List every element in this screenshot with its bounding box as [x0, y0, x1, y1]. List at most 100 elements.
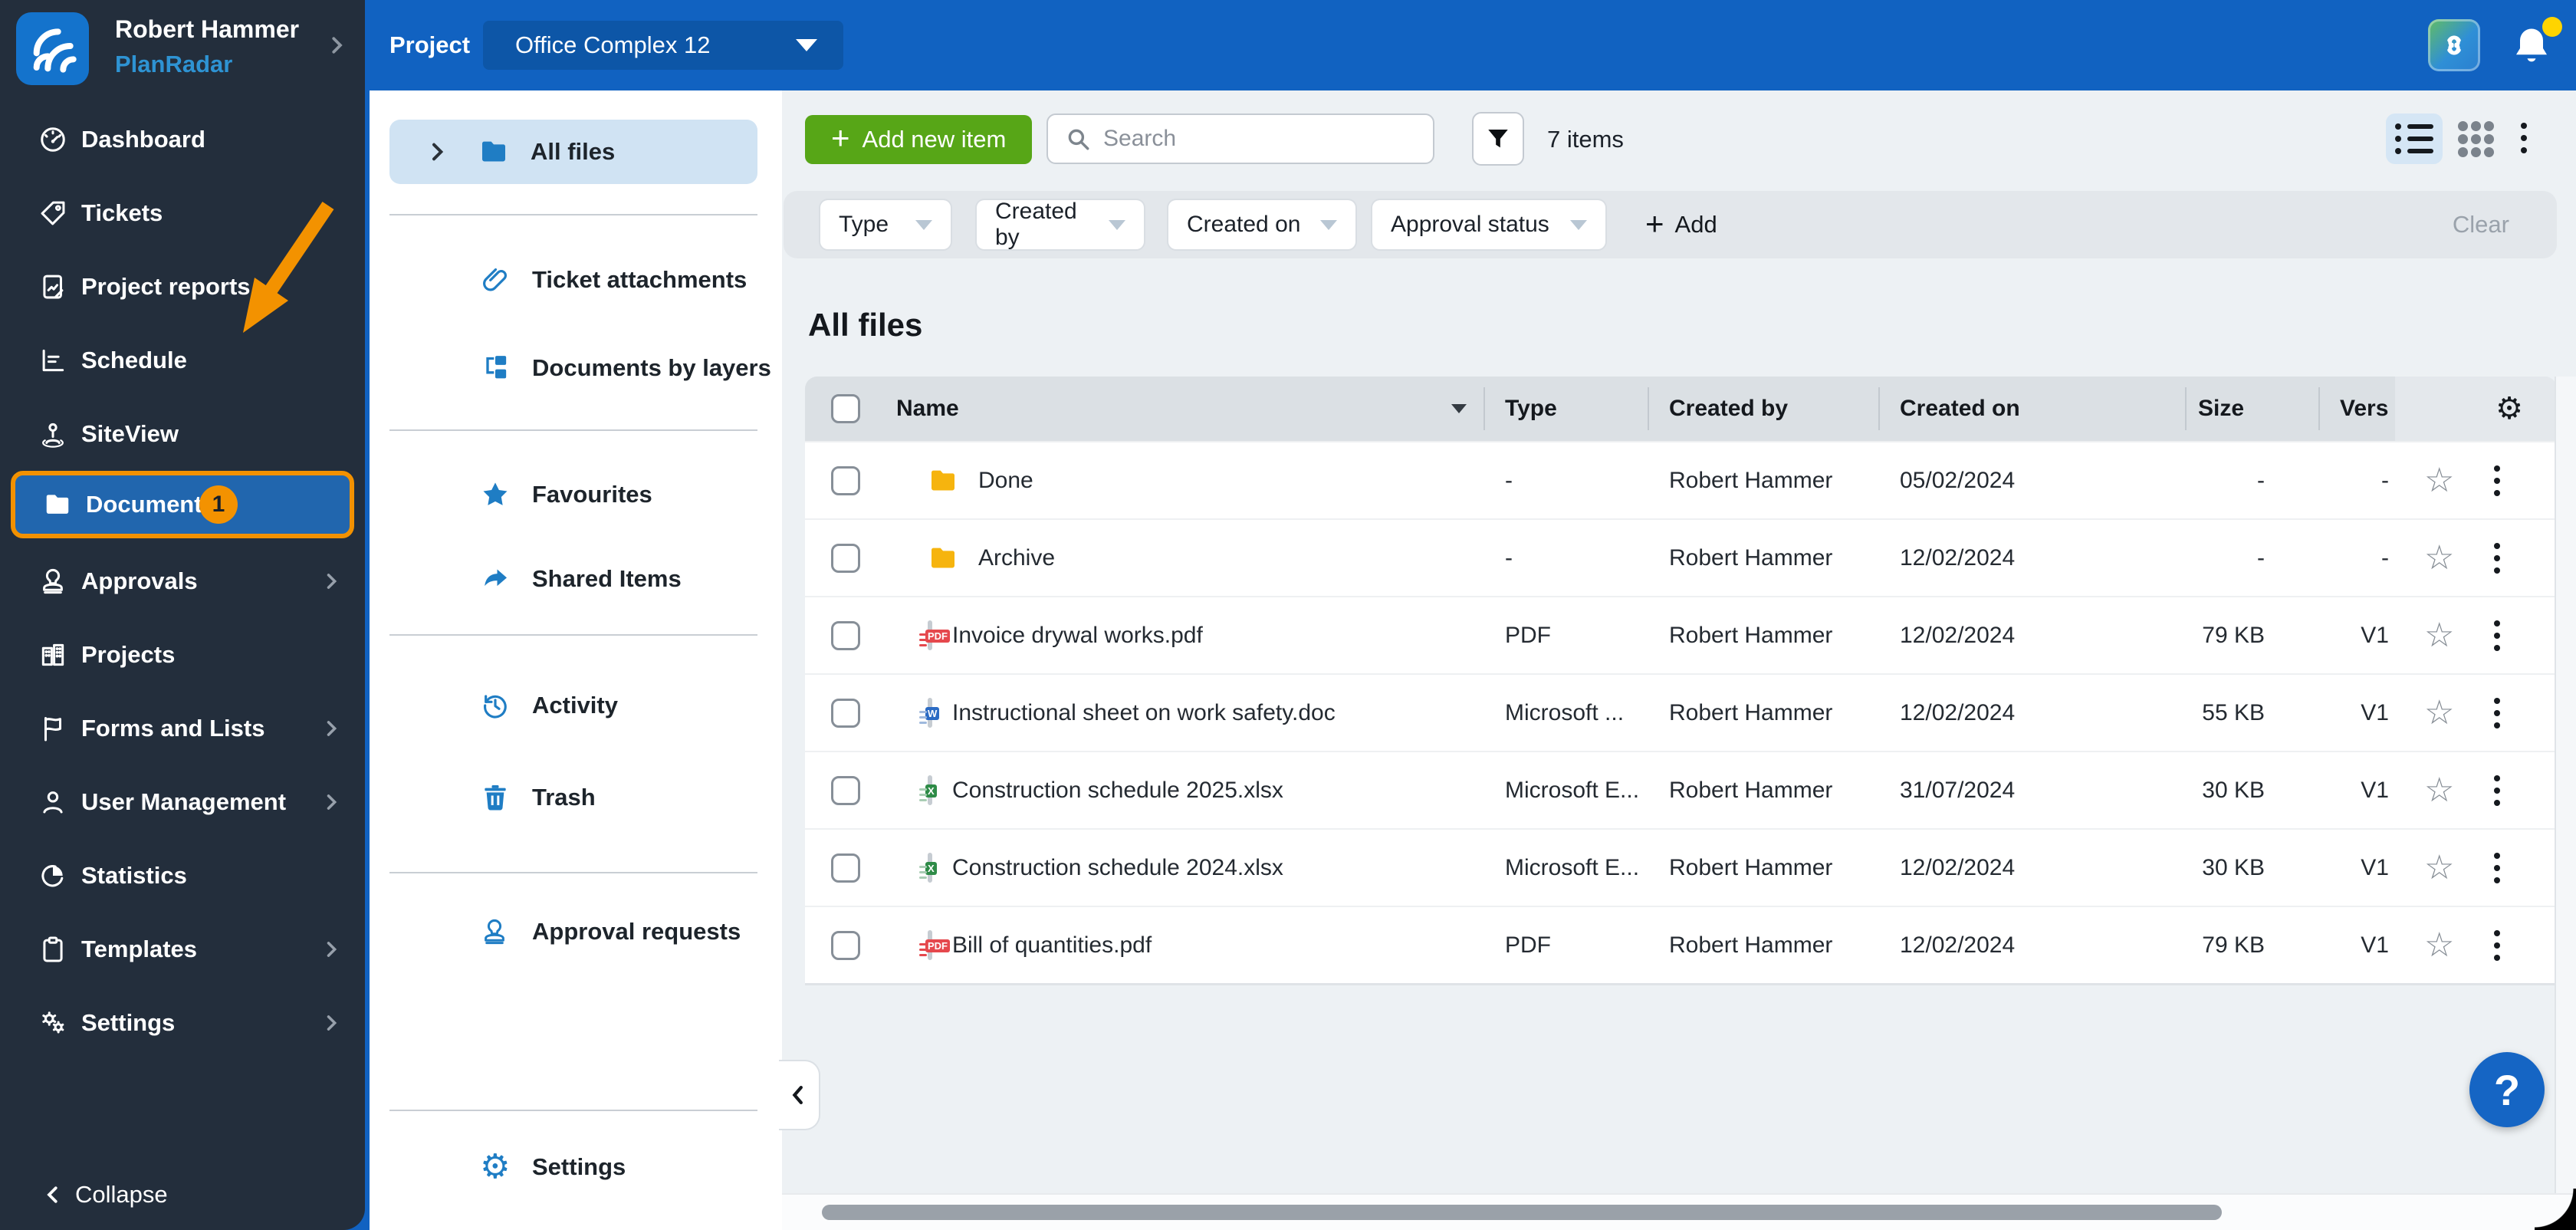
sort-caret-icon: [1451, 404, 1467, 413]
file-name-cell[interactable]: Done: [886, 442, 1484, 518]
docnav-item-trash[interactable]: Trash: [389, 765, 757, 830]
row-more-options-button[interactable]: [2494, 927, 2501, 964]
file-name: Instructional sheet on work safety.doc: [952, 699, 1336, 725]
row-checkbox[interactable]: [830, 543, 860, 573]
sidebar-item-templates[interactable]: Templates: [0, 913, 365, 986]
gear-icon: ⚙: [2496, 391, 2523, 426]
sidebar-item-forms-and-lists[interactable]: Forms and Lists: [0, 692, 365, 765]
docnav-item-approval-requests[interactable]: Approval requests: [389, 899, 757, 964]
sidebar-item-siteview[interactable]: SiteView: [0, 397, 365, 471]
sidebar-item-statistics[interactable]: Statistics: [0, 839, 365, 913]
divider: [389, 1110, 757, 1111]
connect-app-button[interactable]: [2428, 19, 2480, 71]
docnav-item-settings[interactable]: ⚙ Settings: [389, 1135, 757, 1199]
help-button[interactable]: ?: [2469, 1052, 2545, 1127]
horizontal-scrollbar-thumb[interactable]: [822, 1205, 2222, 1220]
search-input[interactable]: [1102, 125, 1433, 153]
sidebar-item-documents[interactable]: Documents 1: [11, 471, 354, 538]
sidebar-item-projects[interactable]: Projects: [0, 618, 365, 692]
sidebar-item-dashboard[interactable]: Dashboard: [0, 103, 365, 176]
row-more-options-button[interactable]: [2494, 540, 2501, 577]
row-more-options-button[interactable]: [2494, 617, 2501, 654]
account-header[interactable]: Robert Hammer PlanRadar: [0, 0, 365, 90]
type-cell: Microsoft E...: [1505, 854, 1640, 880]
add-filter-label: Add: [1674, 211, 1717, 238]
project-select[interactable]: Office Complex 12: [483, 21, 843, 70]
file-name-cell[interactable]: PDF Invoice drywal works.pdf: [886, 597, 1484, 673]
filter-chip-created-by[interactable]: Created by: [977, 199, 1144, 250]
add-filter-button[interactable]: + Add: [1645, 200, 1717, 249]
type-cell: Microsoft ...: [1505, 699, 1625, 725]
add-new-item-button[interactable]: + Add new item: [805, 115, 1033, 164]
header-size[interactable]: Size: [2185, 377, 2318, 441]
filter-bar: Type Created by Created on Approval status …: [784, 191, 2557, 258]
docnav-item-shared-items[interactable]: Shared Items: [389, 547, 757, 611]
sidebar-item-label: Templates: [81, 936, 198, 962]
notifications-button[interactable]: [2509, 17, 2562, 69]
sidebar-item-tickets[interactable]: Tickets: [0, 176, 365, 250]
row-more-options-button[interactable]: [2494, 850, 2501, 886]
filter-button[interactable]: [1472, 112, 1524, 166]
list-view-icon: [2395, 123, 2433, 154]
filter-chip-approval-status[interactable]: Approval status: [1372, 200, 1605, 249]
more-options-button[interactable]: [2521, 120, 2527, 156]
file-name: Done: [978, 467, 1033, 493]
brand-name: PlanRadar: [115, 51, 233, 77]
row-more-options-button[interactable]: [2494, 462, 2501, 499]
row-checkbox[interactable]: [830, 775, 860, 805]
panel-collapse-tab[interactable]: [779, 1060, 820, 1130]
select-all-checkbox[interactable]: [830, 394, 860, 423]
sidebar-item-project-reports[interactable]: Project reports: [0, 250, 365, 324]
clear-filters-button[interactable]: Clear: [2453, 200, 2509, 249]
excel-file-icon: X: [919, 775, 937, 805]
row-actions-cell: ☆: [2395, 752, 2557, 828]
row-checkbox[interactable]: [830, 853, 860, 883]
filter-chip-type[interactable]: Type: [820, 200, 951, 249]
row-checkbox[interactable]: [830, 698, 860, 728]
layers-icon: [480, 353, 511, 383]
sidebar-item-schedule[interactable]: Schedule: [0, 324, 365, 397]
docnav-item-favourites[interactable]: Favourites: [389, 462, 757, 527]
sidebar-collapse-button[interactable]: Collapse: [0, 1159, 365, 1230]
row-checkbox[interactable]: [830, 465, 860, 495]
header-type[interactable]: Type: [1484, 377, 1648, 441]
file-name: Archive: [978, 544, 1056, 571]
file-name-cell[interactable]: W Instructional sheet on work safety.doc: [886, 675, 1484, 751]
favourite-star-icon[interactable]: ☆: [2424, 773, 2454, 807]
docnav-item-all-files[interactable]: All files: [389, 120, 757, 184]
grid-view-toggle[interactable]: [2458, 121, 2504, 160]
docnav-item-label: Activity: [532, 692, 618, 719]
favourite-star-icon[interactable]: ☆: [2424, 696, 2454, 730]
row-more-options-button[interactable]: [2494, 695, 2501, 732]
file-name-cell[interactable]: X Construction schedule 2025.xlsx: [886, 752, 1484, 828]
docnav-item-activity[interactable]: Activity: [389, 673, 757, 738]
filter-chip-created-on[interactable]: Created on: [1168, 200, 1355, 249]
header-version[interactable]: Vers: [2318, 377, 2395, 441]
row-checkbox[interactable]: [830, 620, 860, 650]
row-more-options-button[interactable]: [2494, 772, 2501, 809]
docnav-item-documents-by-layers[interactable]: Documents by layers: [389, 336, 771, 400]
favourite-star-icon[interactable]: ☆: [2424, 928, 2454, 962]
sidebar-item-settings[interactable]: Settings: [0, 986, 365, 1060]
file-name-cell[interactable]: X Construction schedule 2024.xlsx: [886, 830, 1484, 906]
header-created-by[interactable]: Created by: [1648, 377, 1878, 441]
docnav-item-ticket-attachments[interactable]: Ticket attachments: [389, 248, 757, 312]
sidebar-item-label: Statistics: [81, 862, 187, 889]
pie-icon: [38, 861, 72, 890]
file-name-cell[interactable]: PDF Bill of quantities.pdf: [886, 907, 1484, 983]
favourite-star-icon[interactable]: ☆: [2424, 850, 2454, 885]
header-column-settings[interactable]: ⚙: [2395, 377, 2557, 441]
size-cell: 30 KB: [2202, 777, 2265, 803]
sidebar-item-approvals[interactable]: Approvals: [0, 544, 365, 618]
favourite-star-icon[interactable]: ☆: [2424, 618, 2454, 653]
header-created-on[interactable]: Created on: [1878, 377, 2185, 441]
top-bar: Project Office Complex 12: [365, 0, 2576, 90]
sidebar-item-user-management[interactable]: User Management: [0, 765, 365, 839]
row-checkbox[interactable]: [830, 930, 860, 960]
favourite-star-icon[interactable]: ☆: [2424, 541, 2454, 575]
file-name-cell[interactable]: Archive: [886, 520, 1484, 596]
items-count: 7 items: [1547, 126, 1624, 153]
header-name[interactable]: Name: [886, 377, 1484, 441]
list-view-toggle[interactable]: [2386, 113, 2443, 164]
favourite-star-icon[interactable]: ☆: [2424, 463, 2454, 498]
